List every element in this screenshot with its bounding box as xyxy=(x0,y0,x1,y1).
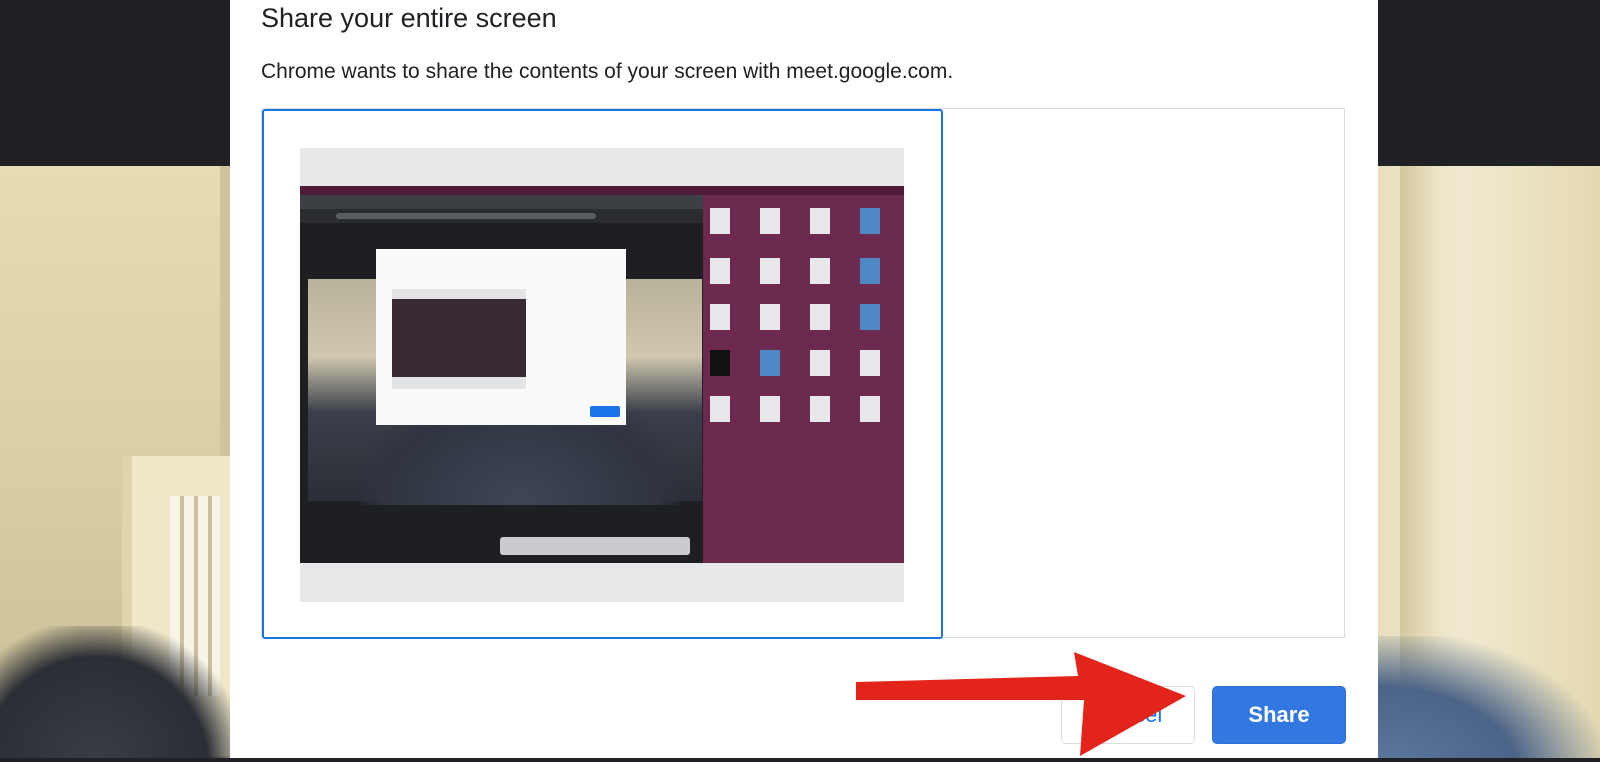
thumbnail-share-dialog xyxy=(376,249,626,425)
thumbnail-menubar xyxy=(300,186,904,195)
thumbnail-share-button xyxy=(590,406,620,417)
thumbnail-desktop-icons xyxy=(710,198,900,558)
share-button[interactable]: Share xyxy=(1212,686,1346,744)
screen-thumbnail-frame xyxy=(300,148,904,602)
screen-picker xyxy=(261,108,1345,639)
camera-person-shoulder-left xyxy=(0,626,240,758)
thumbnail-meeting-controls xyxy=(500,537,690,555)
thumbnail-url-field xyxy=(336,213,596,219)
dialog-title: Share your entire screen xyxy=(261,3,557,33)
entire-screen-option[interactable] xyxy=(262,109,943,639)
cancel-button[interactable]: Cancel xyxy=(1061,686,1195,744)
thumbnail-nested-preview xyxy=(392,289,526,389)
camera-person-shoulder-right xyxy=(1378,636,1600,758)
screen-thumbnail xyxy=(300,186,904,563)
thumbnail-address-bar xyxy=(300,209,703,223)
dialog-subtitle: Chrome wants to share the contents of yo… xyxy=(261,60,954,83)
thumbnail-nested-screen xyxy=(392,299,526,377)
share-screen-dialog: Share your entire screen Chrome wants to… xyxy=(230,0,1378,758)
thumbnail-browser-window xyxy=(300,195,703,563)
thumbnail-tab-strip xyxy=(300,195,703,209)
